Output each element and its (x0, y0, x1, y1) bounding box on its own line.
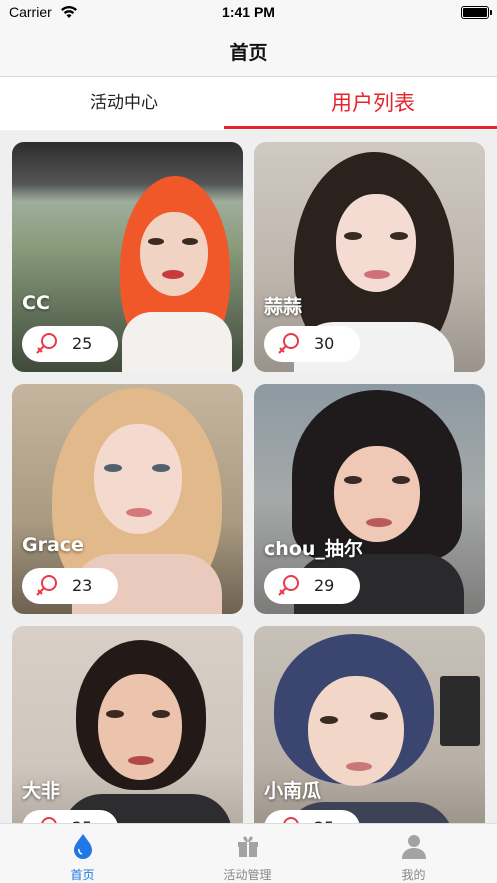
active-tab-indicator (224, 126, 497, 129)
user-name: CC (22, 292, 50, 314)
user-card[interactable]: chou_抽尔 29 (254, 384, 485, 614)
user-name: 小南瓜 (264, 780, 322, 802)
age-badge: 25 (22, 810, 118, 823)
page-title: 首页 (229, 42, 268, 64)
gift-icon (238, 836, 258, 857)
drop-icon (74, 834, 92, 859)
female-icon (283, 817, 299, 823)
user-card[interactable]: 小南瓜 25 (254, 626, 485, 823)
tab-home[interactable]: 首页 (0, 824, 165, 883)
user-grid: CC 25 蒜蒜 30 Grace 23 chou_抽尔 29 大非 小南瓜 (0, 130, 497, 823)
user-card[interactable]: Grace 23 (12, 384, 243, 614)
age-badge: 23 (22, 568, 118, 604)
user-card[interactable]: CC 25 (12, 142, 243, 372)
age-badge: 25 (22, 326, 118, 362)
age-badge: 25 (264, 810, 360, 823)
female-icon (278, 333, 299, 354)
tab-user-list[interactable]: 用户列表 (249, 78, 497, 130)
user-name: Grace (22, 534, 84, 556)
user-name: chou_抽尔 (264, 538, 363, 560)
user-age: 23 (72, 576, 93, 595)
female-icon (278, 575, 299, 596)
user-name: 蒜蒜 (264, 296, 303, 318)
female-icon (36, 575, 57, 596)
user-card[interactable]: 大非 25 (12, 626, 243, 823)
user-card[interactable]: 蒜蒜 30 (254, 142, 485, 372)
tab-activity-management[interactable]: 活动管理 (165, 824, 330, 883)
tab-label: 我的 (401, 868, 426, 882)
user-age: 30 (314, 334, 335, 353)
segment-tabs: 活动中心 用户列表 (0, 78, 497, 130)
age-badge: 29 (264, 568, 360, 604)
female-icon (36, 333, 57, 354)
status-bar: Carrier 1:41 PM (0, 0, 497, 26)
battery-icon (461, 6, 492, 19)
female-icon (41, 817, 57, 823)
tab-activity-center[interactable]: 活动中心 (0, 78, 248, 130)
age-badge: 30 (264, 326, 360, 362)
tab-label: 活动管理 (223, 868, 272, 882)
user-age: 25 (72, 334, 93, 353)
user-name: 大非 (22, 780, 61, 802)
navigation-bar: 首页 (0, 26, 497, 77)
user-age: 29 (314, 576, 335, 595)
status-time: 1:41 PM (222, 4, 275, 20)
tab-label: 首页 (70, 868, 95, 882)
bottom-tab-bar: 首页 活动管理 我的 (0, 823, 497, 883)
tab-profile[interactable]: 我的 (331, 824, 496, 883)
person-icon (402, 835, 426, 859)
